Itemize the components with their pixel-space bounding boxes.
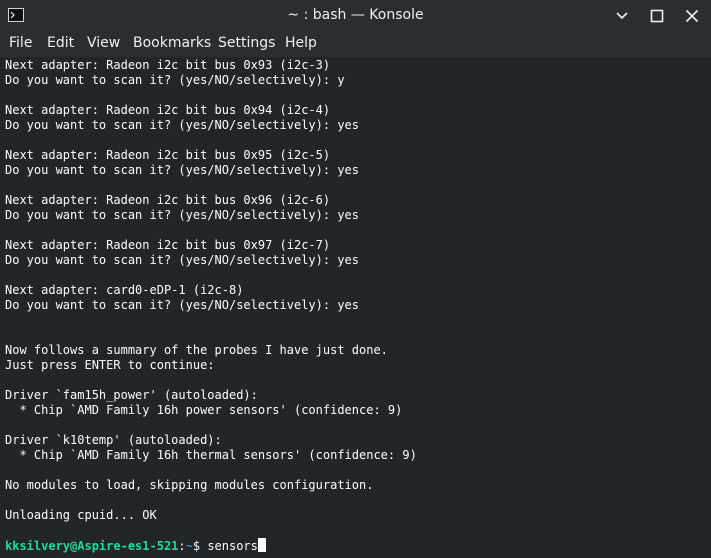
prompt-path: ~ [185, 539, 193, 553]
command-prompt[interactable]: kksilvery@Aspire-es1-521:~$ sensors [5, 538, 266, 554]
menu-file[interactable]: File [9, 35, 32, 51]
terminal-area[interactable]: Next adapter: Radeon i2c bit bus 0x93 (i… [0, 57, 711, 558]
menu-edit[interactable]: Edit [47, 35, 74, 51]
menu-help[interactable]: Help [285, 35, 317, 51]
menu-bookmarks[interactable]: Bookmarks [133, 35, 211, 51]
title-bar[interactable]: ~ : bash — Konsole [0, 0, 711, 31]
menu-view[interactable]: View [87, 35, 120, 51]
prompt-user-host: kksilvery@Aspire-es1-521 [5, 539, 179, 553]
prompt-symbol: $ [192, 539, 208, 553]
menu-settings[interactable]: Settings [218, 35, 275, 51]
prompt-separator: : [178, 539, 186, 553]
terminal-output: Next adapter: Radeon i2c bit bus 0x93 (i… [5, 58, 417, 522]
window-title: ~ : bash — Konsole [287, 7, 424, 23]
text-cursor [257, 538, 266, 552]
minimize-icon[interactable] [613, 7, 631, 25]
command-input[interactable]: sensors [207, 539, 258, 553]
close-icon[interactable] [683, 7, 701, 25]
menu-bar: File Edit View Bookmarks Settings Help [0, 31, 711, 57]
maximize-icon[interactable] [648, 7, 666, 25]
konsole-window: ~ : bash — Konsole File Edit View Bookma… [0, 0, 711, 558]
